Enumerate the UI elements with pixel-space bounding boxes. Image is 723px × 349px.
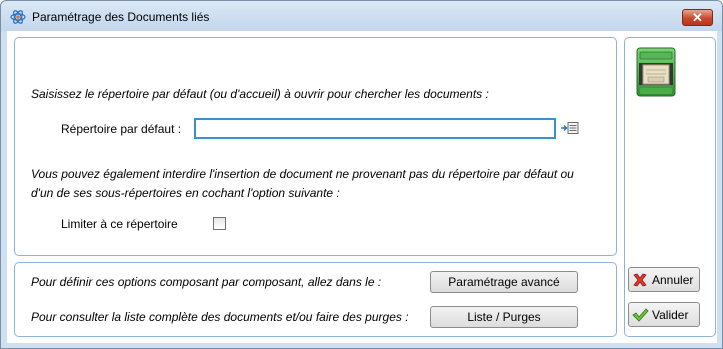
atom-icon [10, 10, 26, 24]
directory-label: Répertoire par défaut : [61, 122, 182, 136]
close-icon: ✕ [692, 10, 703, 25]
intro-text: Saisissez le répertoire par défaut (ou d… [31, 87, 489, 101]
list-text: Pour consulter la liste complète des doc… [31, 310, 409, 324]
limit-checkbox[interactable] [213, 217, 226, 230]
close-button[interactable]: ✕ [682, 9, 713, 26]
dialog-content: Saisissez le répertoire par défaut (ou d… [7, 31, 717, 343]
red-x-icon [633, 273, 647, 286]
restrict-text-line1: Vous pouvez également interdire l'insert… [31, 167, 574, 181]
directory-input[interactable] [194, 118, 556, 139]
list-purges-button[interactable]: Liste / Purges [430, 306, 578, 328]
window-title: Paramétrage des Documents liés [32, 10, 210, 24]
options-text: Pour définir ces options composant par c… [31, 275, 382, 289]
default-directory-panel: Saisissez le répertoire par défaut (ou d… [14, 37, 617, 256]
dialog-window: Paramétrage des Documents liés ✕ Saisiss… [0, 0, 723, 349]
advanced-options-panel: Pour définir ces options composant par c… [14, 262, 617, 337]
browse-folder-icon[interactable] [560, 121, 579, 135]
file-cabinet-icon [636, 47, 676, 97]
green-check-icon [632, 307, 649, 322]
limit-label: Limiter à ce répertoire [61, 217, 178, 231]
advanced-settings-button[interactable]: Paramétrage avancé [430, 271, 578, 293]
validate-button[interactable]: Valider [628, 302, 700, 327]
title-bar[interactable]: Paramétrage des Documents liés ✕ [1, 1, 722, 31]
actions-panel: Annuler Valider [624, 37, 716, 337]
validate-label: Valider [652, 307, 689, 322]
cancel-button[interactable]: Annuler [628, 267, 700, 292]
restrict-text-line2: d'un de ses sous-répertoires en cochant … [31, 186, 340, 200]
cancel-label: Annuler [652, 272, 694, 287]
